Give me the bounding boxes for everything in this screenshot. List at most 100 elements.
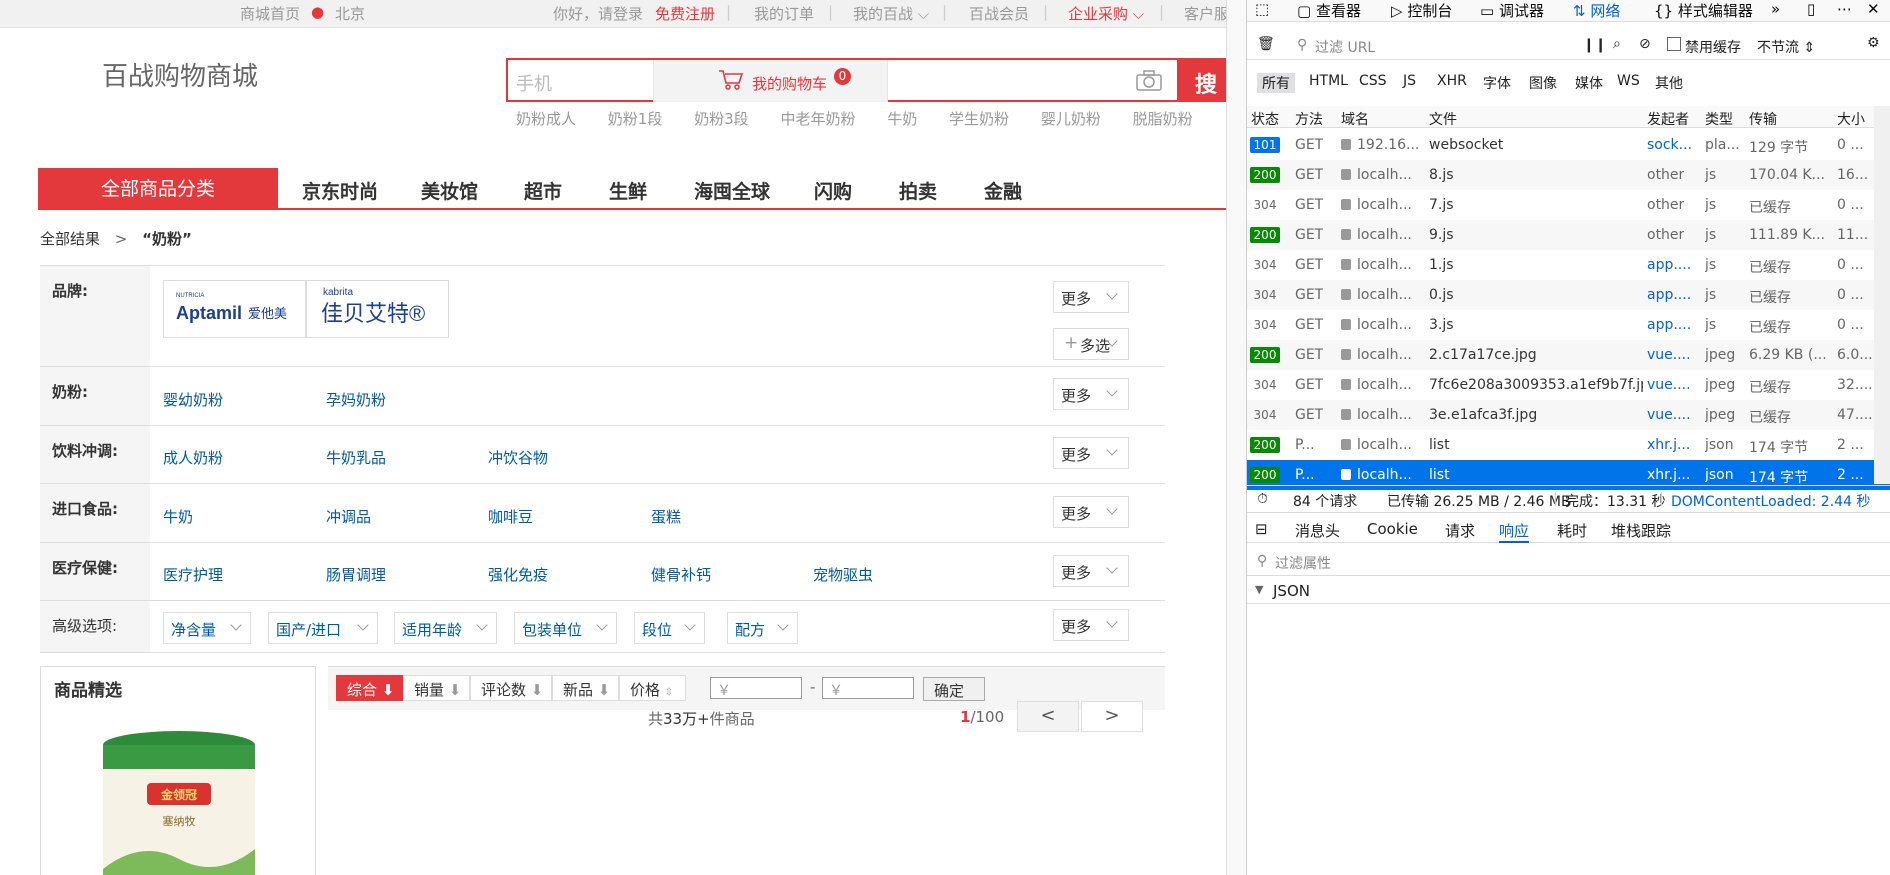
request-row[interactable]: 101 GET 192.16... websocket sock... pla... 129…	[1247, 130, 1890, 160]
sort-price[interactable]: 价格 ⇳	[619, 675, 686, 701]
nav-item[interactable]: 海囤全球	[694, 177, 770, 204]
type-filter[interactable]: 媒体	[1575, 73, 1603, 93]
nav-item[interactable]: 拍卖	[899, 177, 937, 204]
tab-console[interactable]: ▷ 控制台	[1391, 0, 1452, 21]
option-dropdown[interactable]: 段位	[634, 612, 705, 644]
nav-item[interactable]: 美妆馆	[421, 177, 478, 204]
camera-icon[interactable]	[1136, 70, 1162, 96]
option-dropdown[interactable]: 包装单位	[514, 612, 617, 644]
request-row[interactable]: 200 P... localh... list xhr.j... json 174 字节 2 …	[1247, 430, 1890, 460]
toggle-sidebar-icon[interactable]: ⊟	[1255, 520, 1268, 538]
tab-network[interactable]: ⇅ 网络	[1573, 0, 1620, 21]
request-row[interactable]: 200 GET localh... 9.js other js 111.89 K... 11.…	[1247, 220, 1890, 250]
member-link[interactable]: 百战会员	[969, 3, 1029, 24]
disable-cache-checkbox[interactable]	[1667, 37, 1681, 51]
more-dropdown[interactable]: 更多	[1053, 378, 1129, 410]
register-link[interactable]: 免费注册	[655, 3, 715, 24]
tab-style-editor[interactable]: {} 样式编辑器	[1654, 0, 1753, 21]
dock-icon[interactable]: ▯	[1807, 0, 1815, 18]
more-dropdown[interactable]: 更多	[1053, 437, 1129, 469]
nav-item[interactable]: 金融	[984, 177, 1022, 204]
type-filter[interactable]: 图像	[1529, 73, 1557, 93]
request-row[interactable]: 304 GET localh... 3e.e1afca3f.jpg vue.... jpe…	[1247, 400, 1890, 430]
tab-inspector[interactable]: ▢ 查看器	[1297, 0, 1361, 21]
more-dropdown[interactable]: 更多	[1053, 281, 1129, 313]
json-section[interactable]: ▼ JSON	[1247, 580, 1890, 604]
all-categories-button[interactable]: 全部商品分类	[38, 168, 278, 210]
hot-keyword[interactable]: 脱脂奶粉	[1133, 110, 1193, 128]
filter-option[interactable]: 牛奶	[163, 506, 193, 527]
hot-keyword[interactable]: 婴儿奶粉	[1041, 110, 1101, 128]
element-picker-icon[interactable]: ⬚	[1255, 0, 1269, 18]
sort-comprehensive[interactable]: 综合 ⬇	[336, 675, 403, 701]
nav-item[interactable]: 闪购	[814, 177, 852, 204]
product-image[interactable]: 金领冠 塞纳牧	[101, 729, 257, 875]
type-filter[interactable]: WS	[1617, 73, 1640, 89]
block-icon[interactable]: ⊘	[1639, 36, 1651, 52]
pause-icon[interactable]: ❙❙	[1583, 37, 1606, 53]
next-page-button[interactable]: >	[1081, 701, 1143, 732]
type-filter[interactable]: 其他	[1655, 73, 1683, 93]
search-icon[interactable]: ⌕	[1613, 36, 1621, 52]
filter-option[interactable]: 强化免疫	[488, 564, 548, 585]
request-row[interactable]: 304 GET localh... 7fc6e208a3009353.a1ef9b7f…	[1247, 370, 1890, 400]
tab-debugger[interactable]: ▭ 调试器	[1480, 0, 1544, 21]
service-link[interactable]: 客户服务	[1184, 3, 1226, 24]
type-filter[interactable]: 所有	[1257, 73, 1295, 93]
more-dropdown[interactable]: 更多	[1053, 496, 1129, 528]
request-row[interactable]: 304 GET localh... 3.js app.... js 已缓存 0 ...	[1247, 310, 1890, 340]
column-header[interactable]: 方法	[1295, 109, 1323, 129]
type-filter[interactable]: CSS	[1359, 73, 1387, 89]
trash-icon[interactable]: 🗑	[1257, 36, 1275, 52]
home-link[interactable]: 商城首页	[240, 3, 300, 24]
hot-keyword[interactable]: 奶粉1段	[608, 110, 663, 128]
type-filter[interactable]: HTML	[1309, 73, 1348, 89]
multi-select-button[interactable]: + 多选	[1053, 328, 1129, 360]
hot-keyword[interactable]: 学生奶粉	[949, 110, 1009, 128]
sort-reviews[interactable]: 评论数 ⬇	[470, 675, 552, 701]
type-filter[interactable]: 字体	[1483, 73, 1511, 93]
request-row[interactable]: 200 GET localh... 2.c17a17ce.jpg vue.... jpeg…	[1247, 340, 1890, 370]
hot-keyword[interactable]: 奶粉成人	[516, 110, 576, 128]
filter-option[interactable]: 婴幼奶粉	[163, 389, 223, 410]
column-header[interactable]: 域名	[1341, 109, 1369, 129]
price-max-input[interactable]: ￥	[822, 677, 914, 699]
hot-keyword[interactable]: 中老年奶粉	[780, 110, 855, 128]
more-dropdown[interactable]: 更多	[1053, 609, 1129, 641]
breadcrumb-root[interactable]: 全部结果	[40, 230, 100, 248]
column-header[interactable]: 类型	[1705, 109, 1733, 129]
cart-button[interactable]: 我的购物车 0	[653, 60, 888, 102]
detail-tab[interactable]: Cookie	[1367, 520, 1418, 538]
request-row[interactable]: 304 GET localh... 7.js other js 已缓存 0 ...	[1247, 190, 1890, 220]
location-link[interactable]: 北京	[335, 3, 365, 24]
option-dropdown[interactable]: 适用年龄	[394, 612, 497, 644]
detail-tab[interactable]: 堆栈跟踪	[1611, 520, 1671, 541]
hot-keyword[interactable]: 牛奶	[887, 110, 917, 128]
my-orders-link[interactable]: 我的订单	[754, 3, 814, 24]
prev-page-button[interactable]: <	[1017, 701, 1079, 732]
request-row[interactable]: 200 GET localh... 8.js other js 170.04 K... 16.…	[1247, 160, 1890, 190]
throttle-select[interactable]: 不节流 ⇕	[1757, 37, 1815, 57]
detail-tab[interactable]: 消息头	[1295, 520, 1340, 541]
detail-tab[interactable]: 请求	[1445, 520, 1475, 541]
column-header[interactable]: 状态	[1251, 109, 1279, 129]
hot-keyword[interactable]: 奶粉3段	[694, 110, 749, 128]
filter-option[interactable]: 孕妈奶粉	[326, 389, 386, 410]
type-filter[interactable]: JS	[1403, 73, 1416, 89]
devtools-splitter[interactable]	[1226, 0, 1246, 875]
sort-new[interactable]: 新品 ⬇	[552, 675, 619, 701]
price-min-input[interactable]: ￥	[710, 677, 802, 699]
shop-logo[interactable]: 百战购物商城	[102, 56, 258, 93]
option-dropdown[interactable]: 国产/进口	[268, 612, 378, 644]
filter-option[interactable]: 宠物驱虫	[813, 564, 873, 585]
nav-item[interactable]: 京东时尚	[302, 177, 378, 204]
filter-option[interactable]: 冲饮谷物	[488, 447, 548, 468]
option-dropdown[interactable]: 配方	[727, 612, 798, 644]
filter-option[interactable]: 医疗护理	[163, 564, 223, 585]
menu-dots-icon[interactable]: ⋯	[1837, 0, 1852, 18]
option-dropdown[interactable]: 净含量	[163, 612, 251, 644]
filter-option[interactable]: 咖啡豆	[488, 506, 533, 527]
more-dropdown[interactable]: 更多	[1053, 555, 1129, 587]
filter-url-input[interactable]: 过滤 URL	[1315, 37, 1375, 57]
gear-icon[interactable]: ⚙	[1867, 35, 1880, 51]
